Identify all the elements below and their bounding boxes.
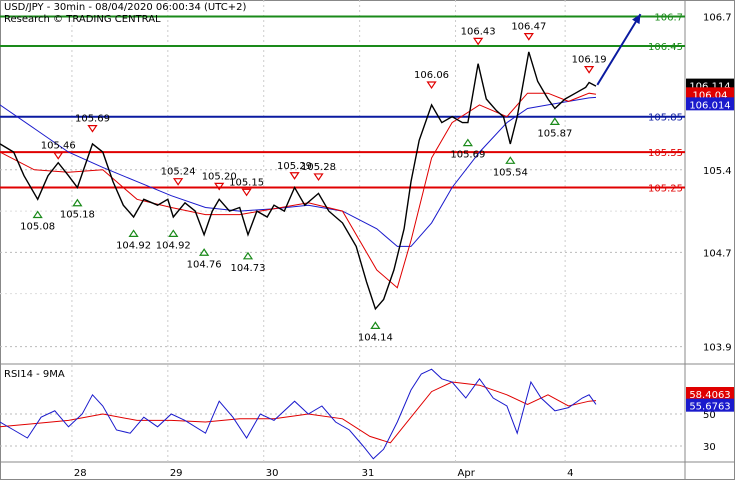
y-tick-label: 104.7 xyxy=(703,248,732,259)
swing-high-label: 106.47 xyxy=(511,22,546,33)
chart-source: Research © TRADING CENTRAL xyxy=(4,14,161,25)
swing-low-label: 105.87 xyxy=(537,128,572,139)
chart-frame xyxy=(0,0,735,480)
swing-low-marker xyxy=(128,229,139,237)
swing-low-marker xyxy=(32,210,43,219)
swing-low-marker xyxy=(370,321,381,329)
swing-high-label: 106.19 xyxy=(572,55,607,66)
x-tick-label: 28 xyxy=(74,468,87,479)
swing-high-label: 106.06 xyxy=(414,70,449,81)
swing-low-label: 105.18 xyxy=(60,210,95,221)
swing-high-marker xyxy=(172,178,184,186)
y-tick-label: 105.4 xyxy=(703,166,732,177)
swing-low-marker xyxy=(72,198,83,207)
swing-high-label: 105.15 xyxy=(229,177,264,188)
level-label: 106.45 xyxy=(648,42,683,53)
y-tick-label: 103.9 xyxy=(703,343,732,354)
swing-low-label: 105.08 xyxy=(20,222,55,233)
swing-low-label: 105.54 xyxy=(493,167,528,178)
rsi-value-tag: 55.6763 xyxy=(689,402,730,413)
x-tick-label: Apr xyxy=(458,468,476,479)
swing-high-label: 105.69 xyxy=(75,114,110,125)
rsi-ma-line xyxy=(0,381,597,444)
swing-high-marker xyxy=(53,152,64,160)
swing-low-label: 105.69 xyxy=(450,150,485,161)
swing-high-marker xyxy=(523,33,534,41)
level-label: 105.25 xyxy=(648,183,683,194)
rsi-panel-label: RSI14 - 9MA xyxy=(4,369,65,380)
swing-high-label: 105.24 xyxy=(161,167,196,178)
swing-high-marker xyxy=(87,125,98,133)
swing-low-label: 104.76 xyxy=(187,259,222,270)
swing-low-marker xyxy=(168,229,179,237)
swing-high-marker xyxy=(313,173,324,182)
swing-low-label: 104.92 xyxy=(116,240,151,251)
swing-low-label: 104.14 xyxy=(358,332,393,343)
chart-title: USD/JPY - 30min - 08/04/2020 06:00:34 (U… xyxy=(4,2,247,13)
swing-low-label: 104.92 xyxy=(156,240,191,251)
x-tick-label: 29 xyxy=(170,468,183,479)
level-label: 105.85 xyxy=(648,113,683,124)
chart-svg: 103.9104.7105.4106.7305028 29 30 31 Apr 4106.… xyxy=(0,0,735,480)
rsi-y-tick-label: 30 xyxy=(703,442,716,453)
x-tick-label: 30 xyxy=(266,468,279,479)
x-tick-label: 31 xyxy=(362,468,375,479)
swing-low-marker xyxy=(549,117,560,125)
y-tick-label: 106.7 xyxy=(703,13,732,24)
swing-high-marker xyxy=(289,172,300,180)
swing-low-label: 104.73 xyxy=(230,263,265,274)
swing-low-marker xyxy=(242,251,254,260)
swing-high-marker xyxy=(241,188,252,197)
swing-high-label: 105.28 xyxy=(301,162,336,173)
swing-high-marker xyxy=(426,81,437,90)
level-label: 106.7 xyxy=(654,13,683,24)
ma-slow-price-tag: 106.014 xyxy=(689,100,730,111)
swing-high-marker xyxy=(583,66,595,74)
swing-low-marker xyxy=(462,138,473,147)
level-label: 105.55 xyxy=(648,148,683,159)
swing-high-marker xyxy=(473,37,484,46)
x-tick-label: 4 xyxy=(567,468,573,479)
swing-high-label: 105.46 xyxy=(41,141,76,152)
swing-high-label: 106.43 xyxy=(461,26,496,37)
forecast-arrow-shaft xyxy=(596,13,642,86)
chart-root: 103.9 104.7 105.4 106.7 30 50 28 29 30 31 Apr 4 106.… xyxy=(0,0,735,480)
price-line xyxy=(0,51,597,311)
swing-low-marker xyxy=(505,156,516,164)
